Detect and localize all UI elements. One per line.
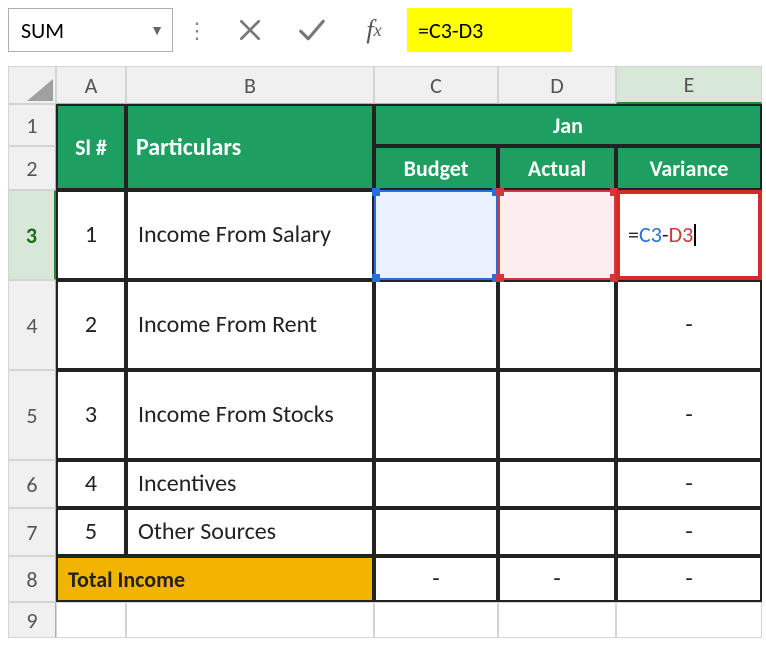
name-box[interactable]: SUM ▼ xyxy=(8,8,173,52)
cell-C9[interactable] xyxy=(374,602,498,638)
formula-ref1: C3 xyxy=(429,17,452,44)
selection-handle-icon xyxy=(496,274,504,282)
cell-E9[interactable] xyxy=(616,602,762,638)
row-header-3[interactable]: 3 xyxy=(8,190,56,280)
header-particulars[interactable]: Particulars xyxy=(126,104,374,190)
selection-handle-icon xyxy=(496,188,504,196)
header-variance[interactable]: Variance xyxy=(616,146,762,190)
cell-B3[interactable]: Income From Salary xyxy=(126,190,374,280)
row-header-2[interactable]: 2 xyxy=(8,146,56,190)
cell-D6[interactable] xyxy=(498,460,616,508)
cell-B5[interactable]: Income From Stocks xyxy=(126,370,374,460)
formula-ref2: D3 xyxy=(459,17,484,44)
cell-E3[interactable]: =C3-D3 xyxy=(616,190,762,280)
cancel-formula-button[interactable] xyxy=(221,8,279,52)
cell-A5[interactable]: 3 xyxy=(56,370,126,460)
cell-E3-eq: = xyxy=(628,222,639,247)
cell-D7[interactable] xyxy=(498,508,616,556)
cell-A7[interactable]: 5 xyxy=(56,508,126,556)
col-header-E[interactable]: E xyxy=(616,66,762,104)
col-header-D[interactable]: D xyxy=(498,66,616,104)
enter-formula-button[interactable] xyxy=(283,8,341,52)
cell-C7[interactable] xyxy=(374,508,498,556)
row-header-7[interactable]: 7 xyxy=(8,508,56,556)
header-month[interactable]: Jan xyxy=(374,104,762,146)
insert-function-button[interactable]: fx xyxy=(345,8,403,52)
formula-bar-separator: ⋮ xyxy=(177,17,217,44)
cell-B9[interactable] xyxy=(126,602,374,638)
header-budget[interactable]: Budget xyxy=(374,146,498,190)
name-box-value: SUM xyxy=(21,17,64,44)
cell-E4[interactable]: - xyxy=(616,280,762,370)
formula-bar-input[interactable]: =C3-D3 xyxy=(407,8,572,52)
cell-B4[interactable]: Income From Rent xyxy=(126,280,374,370)
cell-E6[interactable]: - xyxy=(616,460,762,508)
cell-E5[interactable]: - xyxy=(616,370,762,460)
cell-D5[interactable] xyxy=(498,370,616,460)
cell-C6[interactable] xyxy=(374,460,498,508)
cell-B7[interactable]: Other Sources xyxy=(126,508,374,556)
cell-D3[interactable] xyxy=(498,190,616,280)
cell-E7[interactable]: - xyxy=(616,508,762,556)
cell-D8[interactable]: - xyxy=(498,556,616,602)
cell-C3[interactable] xyxy=(374,190,498,280)
cell-C4[interactable] xyxy=(374,280,498,370)
selection-handle-icon xyxy=(372,274,380,282)
cell-C5[interactable] xyxy=(374,370,498,460)
cell-D9[interactable] xyxy=(498,602,616,638)
spreadsheet-grid: A B C D E 1 Sl # Particulars Jan 2 Budge… xyxy=(8,66,758,638)
cell-B6[interactable]: Incentives xyxy=(126,460,374,508)
formula-op: - xyxy=(452,17,459,44)
cell-C8[interactable]: - xyxy=(374,556,498,602)
close-icon xyxy=(237,17,263,43)
row-header-8[interactable]: 8 xyxy=(8,556,56,602)
cell-E3-ref1: C3 xyxy=(639,222,662,247)
formula-prefix: = xyxy=(418,17,429,44)
cell-D4[interactable] xyxy=(498,280,616,370)
cell-total-label[interactable]: Total Income xyxy=(56,556,374,602)
header-actual[interactable]: Actual xyxy=(498,146,616,190)
cell-E8[interactable]: - xyxy=(616,556,762,602)
formula-bar: SUM ▼ ⋮ fx =C3-D3 xyxy=(8,8,758,52)
row-header-1[interactable]: 1 xyxy=(8,104,56,146)
row-header-4[interactable]: 4 xyxy=(8,280,56,370)
selection-handle-icon xyxy=(372,188,380,196)
select-all-cell[interactable] xyxy=(8,66,56,104)
col-header-B[interactable]: B xyxy=(126,66,374,104)
cell-E3-ref2: D3 xyxy=(669,222,694,247)
row-header-9[interactable]: 9 xyxy=(8,602,56,638)
cell-A4[interactable]: 2 xyxy=(56,280,126,370)
col-header-A[interactable]: A xyxy=(56,66,126,104)
cell-A3[interactable]: 1 xyxy=(56,190,126,280)
header-sl[interactable]: Sl # xyxy=(56,104,126,190)
cell-E3-op: - xyxy=(662,222,669,247)
text-cursor-icon xyxy=(694,224,696,246)
cell-A6[interactable]: 4 xyxy=(56,460,126,508)
col-header-C[interactable]: C xyxy=(374,66,498,104)
row-header-6[interactable]: 6 xyxy=(8,460,56,508)
cell-A9[interactable] xyxy=(56,602,126,638)
check-icon xyxy=(297,15,327,45)
row-header-5[interactable]: 5 xyxy=(8,370,56,460)
name-box-dropdown-icon[interactable]: ▼ xyxy=(150,22,164,39)
